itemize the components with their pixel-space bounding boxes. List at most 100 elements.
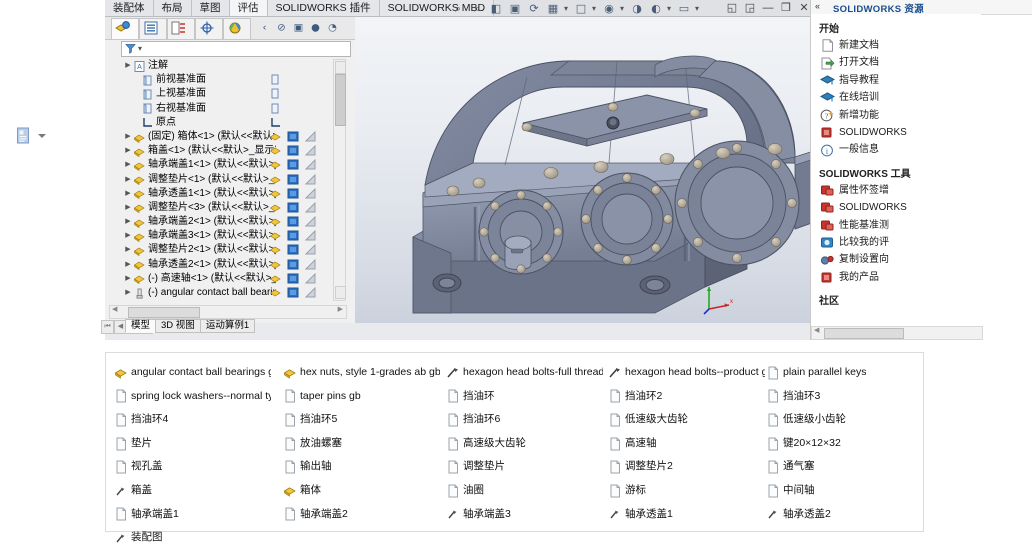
view-settings-icon[interactable]: ◐ [648,1,664,15]
task-pane-item[interactable]: SOLIDWORKS [811,199,981,216]
hscroll-right-icon[interactable]: ▶ [338,305,343,313]
list-item[interactable]: 轴承端盖2 [283,503,446,527]
display-style-icon-dropdown[interactable]: ▾ [564,4,571,13]
list-item[interactable]: 视孔盖 [114,455,277,479]
edit-appearance-icon[interactable]: ◉ [601,1,617,15]
task-pane-item[interactable]: SOLIDWORKS [811,124,981,141]
rotate-view-icon[interactable]: ⟳ [526,1,542,15]
viewport-icon-dropdown[interactable]: ▾ [695,4,702,13]
tree-row[interactable]: ▶轴承端盖2<1> (默认<<默认>_ [107,215,351,229]
feature-tree-tab[interactable] [111,18,139,39]
list-item[interactable]: 轴承端盖3 [446,503,609,527]
dimxpert-manager-tab[interactable] [195,18,223,39]
list-item[interactable]: 高速级大齿轮 [446,432,609,456]
list-item[interactable]: 装配图 [114,526,277,550]
expand-arrow-icon[interactable]: ▶ [123,187,133,201]
tree-row[interactable]: ▶轴承透盖1<1> (默认<<默认>_ [107,187,351,201]
list-item[interactable]: 高速轴 [608,432,771,456]
tab-3[interactable]: 评估 [230,0,268,17]
display-state-icon[interactable]: ◔ [325,19,340,34]
list-item[interactable]: 挡油环5 [283,408,446,432]
zoom-to-area-icon[interactable]: ⌕ [469,1,485,15]
view-settings-icon-dropdown[interactable]: ▾ [667,4,674,13]
expand-arrow-icon[interactable]: ▶ [123,258,133,272]
document-outline-icon[interactable] [16,127,32,145]
list-item[interactable]: 低速级小齿轮 [766,408,929,432]
task-pane-item[interactable]: 属性怀签增 [811,182,981,199]
list-item[interactable]: spring lock washers--normal typ... [114,385,277,409]
tree-row[interactable]: ▶箱盖<1> (默认<<默认>_显示状 [107,144,351,158]
list-item[interactable]: 游标 [608,479,771,503]
tree-row[interactable]: ▶调整垫片<1> (默认<<默认>_显 [107,173,351,187]
list-item[interactable]: 轴承透盖2 [766,503,929,527]
display-manager-tab[interactable] [223,18,251,39]
hide-show-items-icon[interactable]: □ [573,1,589,15]
list-item[interactable]: angular contact ball bearings gb [114,361,277,385]
tree-row[interactable]: ▶调整垫片2<1> (默认<<默认>_ [107,243,351,257]
expand-arrow-icon[interactable]: ▶ [123,201,133,215]
doc-tab-1[interactable]: 3D 视图 [155,319,201,333]
display-style-icon[interactable]: ▦ [545,1,561,15]
list-item[interactable]: 轴承透盖1 [608,503,771,527]
task-pane-body[interactable]: 开始新建文档打开文档指导教程在线培训?新增功能SOLIDWORKSi一般信息SO… [811,14,981,326]
expand-arrow-icon[interactable]: ▶ [123,144,133,158]
feature-tree-hscrollbar[interactable]: ◀ ▶ [109,305,347,319]
edit-appearance-icon-dropdown[interactable]: ▾ [620,4,627,13]
task-pane-item[interactable]: 比较我的评 [811,234,981,251]
tree-row[interactable]: ▶(-) angular contact ball bearin [107,286,351,299]
tab-4[interactable]: SOLIDWORKS 插件 [268,0,380,17]
expand-arrow-icon[interactable]: ▶ [123,272,133,286]
task-pane-item[interactable]: 我的产品 [811,269,981,286]
doc-tab-0[interactable]: 模型 [125,319,156,333]
collapse-icon[interactable]: ‹ [257,19,272,34]
task-pane-item[interactable]: 新建文档 [811,37,981,54]
configuration-manager-tab[interactable] [167,18,195,39]
expand-arrow-icon[interactable]: ▶ [123,215,133,229]
tab-2[interactable]: 草图 [192,0,230,17]
tree-row[interactable]: 右视基准面 [107,102,351,116]
tree-row[interactable]: 原点 [107,116,351,130]
tree-row[interactable]: ▶轴承端盖1<1> (默认<<默认>_ [107,158,351,172]
expand-arrow-icon[interactable]: ▶ [123,59,133,73]
task-pane-item[interactable]: 复制设置向 [811,251,981,268]
hide-all-types-icon[interactable]: ⊘ [274,19,289,34]
property-manager-tab[interactable] [139,18,167,39]
list-item[interactable]: 通气塞 [766,455,929,479]
list-item[interactable]: 调整垫片 [446,455,609,479]
hide-show-items-icon-dropdown[interactable]: ▾ [592,4,599,13]
list-item[interactable]: 放油螺塞 [283,432,446,456]
list-item[interactable]: 挡油环2 [608,385,771,409]
filter-caret-icon[interactable]: ▾ [138,44,142,53]
view-cube-icon[interactable]: ▣ [291,19,306,34]
list-item[interactable]: 低速级大齿轮 [608,408,771,432]
list-item[interactable]: 键20×12×32 [766,432,929,456]
tp-scroll-left-icon[interactable]: ◀ [814,326,819,334]
chevron-down-icon[interactable] [38,134,46,138]
tab-0[interactable]: 装配体 [105,0,154,17]
list-item[interactable]: plain parallel keys [766,361,929,385]
viewport-icon[interactable]: ▭ [676,1,692,15]
scroll-up-icon[interactable] [335,61,346,74]
task-pane-item[interactable]: 指导教程 [811,72,981,89]
feature-tree-scrollbar[interactable] [333,59,346,301]
collapse-icon[interactable]: « [815,1,820,11]
tree-row[interactable]: ▶(固定) 箱体<1> (默认<<默认>_ [107,130,351,144]
expand-arrow-icon[interactable]: ▶ [123,130,133,144]
document-list-panel[interactable]: angular contact ball bearings gbspring l… [105,352,924,532]
list-item[interactable]: hex nuts, style 1-grades ab gb [283,361,446,385]
list-item[interactable]: 轴承端盖1 [114,503,277,527]
expand-arrow-icon[interactable]: ▶ [123,173,133,187]
list-item[interactable]: 挡油环 [446,385,609,409]
nav-button-0[interactable]: ⏮ [101,320,114,334]
scroll-down-icon[interactable] [335,286,346,299]
list-item[interactable]: 箱盖 [114,479,277,503]
list-item[interactable]: 箱体 [283,479,446,503]
expand-arrow-icon[interactable]: ▶ [123,158,133,172]
tree-row[interactable]: ▶轴承透盖2<1> (默认<<默认>_ [107,258,351,272]
scroll-thumb[interactable] [335,74,346,126]
list-item[interactable]: 中间轴 [766,479,929,503]
list-item[interactable]: 挡油环3 [766,385,929,409]
restore-right-icon[interactable]: ◲ [741,1,759,14]
hscroll-left-icon[interactable]: ◀ [112,305,117,313]
list-item[interactable]: 挡油环6 [446,408,609,432]
